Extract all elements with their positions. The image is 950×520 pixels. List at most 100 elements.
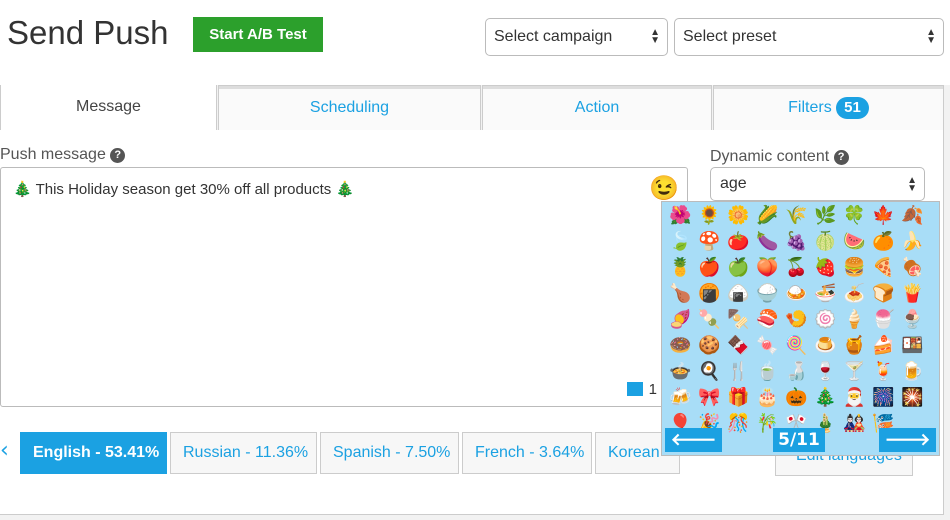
emoji-item[interactable]: 🍵 — [753, 361, 782, 387]
prev-page-button[interactable]: 🡐 — [665, 428, 722, 452]
emoji-item[interactable]: 🎅 — [840, 387, 869, 413]
emoji-item[interactable]: 🍱 — [898, 335, 927, 361]
emoji-item[interactable]: 🍅 — [724, 231, 753, 257]
emoji-item[interactable]: 🍌 — [898, 231, 927, 257]
tab-message[interactable]: Message — [0, 85, 217, 130]
emoji-item[interactable]: 🍸 — [840, 361, 869, 387]
header: Send Push Start A/B Test Select campaign… — [0, 0, 950, 85]
emoji-item[interactable]: 🍷 — [811, 361, 840, 387]
page-title: Send Push — [7, 14, 169, 51]
campaign-select[interactable]: Select campaign ▲ ▼ — [485, 18, 668, 56]
emoji-item[interactable]: 🍠 — [666, 309, 695, 335]
emoji-item[interactable]: 🎊 — [724, 413, 753, 439]
tab-scheduling[interactable]: Scheduling — [218, 85, 481, 130]
emoji-item[interactable]: 🍀 — [840, 205, 869, 231]
emoji-item[interactable]: 🍧 — [869, 309, 898, 335]
preset-select[interactable]: Select preset ▲ ▼ — [674, 18, 944, 56]
tab-filters[interactable]: Filters 51 — [713, 85, 944, 130]
emoji-item[interactable]: 🍟 — [898, 283, 927, 309]
emoji-item[interactable]: 🌾 — [782, 205, 811, 231]
emoji-item[interactable]: 🌺 — [666, 205, 695, 231]
emoji-item[interactable]: 🍁 — [869, 205, 898, 231]
emoji-item[interactable]: 🍻 — [666, 387, 695, 413]
emoji-item[interactable]: 🌼 — [724, 205, 753, 231]
emoji-item[interactable]: 🍏 — [724, 257, 753, 283]
emoji-item[interactable]: 🍛 — [782, 283, 811, 309]
emoji-item[interactable]: 🎀 — [695, 387, 724, 413]
push-message-input[interactable]: 🎄 This Holiday season get 30% off all pr… — [0, 167, 688, 407]
emoji-item[interactable]: 🍜 — [811, 283, 840, 309]
emoji-item[interactable]: 🍍 — [666, 257, 695, 283]
emoji-item[interactable]: 🍔 — [840, 257, 869, 283]
emoji-item[interactable]: 🍳 — [695, 361, 724, 387]
emoji-item[interactable]: 🍣 — [753, 309, 782, 335]
emoji-item[interactable]: 🍺 — [898, 361, 927, 387]
message-panel: Push message ? 🎄 This Holiday season get… — [0, 130, 944, 515]
emoji-item[interactable]: 🍬 — [753, 335, 782, 361]
emoji-item[interactable]: 🍥 — [811, 309, 840, 335]
emoji-item[interactable]: 🎆 — [869, 387, 898, 413]
emoji-item[interactable]: 🍕 — [869, 257, 898, 283]
emoji-item[interactable]: 🍂 — [898, 205, 927, 231]
emoji-item[interactable]: 🍞 — [869, 283, 898, 309]
language-tab-french[interactable]: French - 3.64% — [462, 432, 592, 474]
emoji-item[interactable]: 🍊 — [869, 231, 898, 257]
emoji-item[interactable]: 🍆 — [753, 231, 782, 257]
push-message-label: Push message ? — [0, 146, 126, 164]
emoji-item[interactable]: 🍯 — [840, 335, 869, 361]
emoji-item[interactable]: 🌻 — [695, 205, 724, 231]
help-icon[interactable]: ? — [833, 150, 849, 165]
emoji-item[interactable]: 🎎 — [840, 413, 869, 439]
emoji-item[interactable]: 🍚 — [753, 283, 782, 309]
emoji-item[interactable]: 🍤 — [782, 309, 811, 335]
emoji-item[interactable]: 🍦 — [840, 309, 869, 335]
emoji-item[interactable]: 🎇 — [898, 387, 927, 413]
emoji-item[interactable]: 🍃 — [666, 231, 695, 257]
emoji-item[interactable]: 🍎 — [695, 257, 724, 283]
emoji-item[interactable]: 🍗 — [666, 283, 695, 309]
language-tab-spanish[interactable]: Spanish - 7.50% — [320, 432, 459, 474]
dynamic-content-value: age — [720, 175, 747, 192]
emoji-item[interactable]: 🍖 — [898, 257, 927, 283]
dynamic-content-select[interactable]: age ▲ ▼ — [710, 167, 925, 201]
emoji-item[interactable]: 🌽 — [753, 205, 782, 231]
emoji-item[interactable]: 🍶 — [782, 361, 811, 387]
emoji-item[interactable]: 🍙 — [724, 283, 753, 309]
emoji-item[interactable]: 🍭 — [782, 335, 811, 361]
emoji-button[interactable]: 😉 — [649, 174, 679, 203]
emoji-item[interactable]: 🍴 — [724, 361, 753, 387]
language-tab-english[interactable]: English - 53.41% — [20, 432, 167, 474]
emoji-item[interactable]: 🌿 — [811, 205, 840, 231]
emoji-item[interactable]: 🍹 — [869, 361, 898, 387]
emoji-item[interactable]: 🎂 — [753, 387, 782, 413]
emoji-item[interactable]: 🍉 — [840, 231, 869, 257]
emoji-item[interactable]: 🍑 — [753, 257, 782, 283]
finder-icon — [626, 382, 643, 396]
emoji-item[interactable]: 🍢 — [724, 309, 753, 335]
emoji-item[interactable]: 🍇 — [782, 231, 811, 257]
emoji-item[interactable]: 🎁 — [724, 387, 753, 413]
emoji-item[interactable]: 🍈 — [811, 231, 840, 257]
emoji-item[interactable]: 🍫 — [724, 335, 753, 361]
emoji-item[interactable]: 🍩 — [666, 335, 695, 361]
next-page-button[interactable]: 🡒 — [879, 428, 936, 452]
emoji-item[interactable]: 🍪 — [695, 335, 724, 361]
emoji-item[interactable]: 🍨 — [898, 309, 927, 335]
chevron-left-icon[interactable]: ‹ — [0, 438, 9, 463]
emoji-item[interactable]: 🍒 — [782, 257, 811, 283]
emoji-item[interactable]: 🍓 — [811, 257, 840, 283]
emoji-item[interactable]: 🎄 — [811, 387, 840, 413]
help-icon[interactable]: ? — [110, 148, 126, 163]
emoji-item[interactable]: 🎃 — [782, 387, 811, 413]
emoji-item[interactable]: 🍲 — [666, 361, 695, 387]
language-tab-russian[interactable]: Russian - 11.36% — [170, 432, 317, 474]
dynamic-content-label: Dynamic content ? — [710, 148, 849, 166]
emoji-item[interactable]: 🍡 — [695, 309, 724, 335]
tab-action[interactable]: Action — [482, 85, 712, 130]
start-ab-test-button[interactable]: Start A/B Test — [193, 17, 323, 52]
emoji-item[interactable]: 🍮 — [811, 335, 840, 361]
emoji-item[interactable]: 🍘 — [695, 283, 724, 309]
emoji-item[interactable]: 🍰 — [869, 335, 898, 361]
emoji-item[interactable]: 🍄 — [695, 231, 724, 257]
emoji-item[interactable]: 🍝 — [840, 283, 869, 309]
